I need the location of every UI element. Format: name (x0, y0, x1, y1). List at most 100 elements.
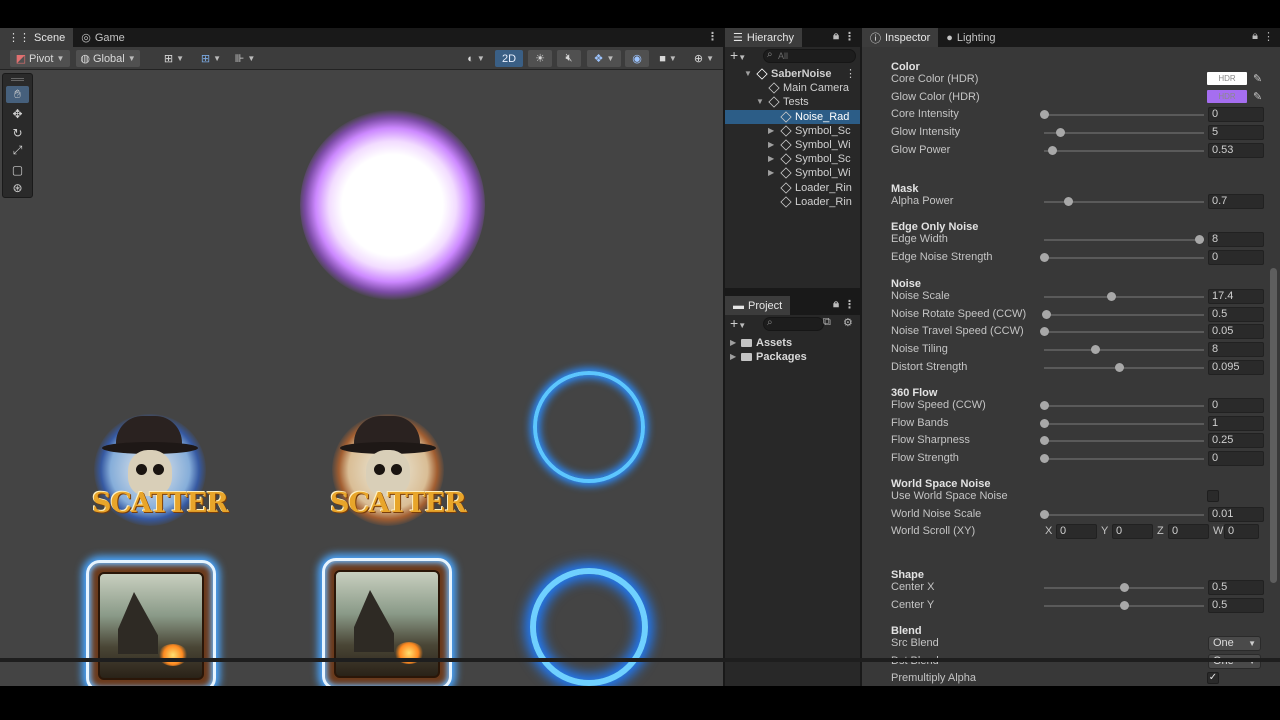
slider-handle[interactable] (1064, 197, 1073, 206)
tab-project[interactable]: ▬ Project (725, 296, 791, 315)
chevron-right-icon[interactable]: ▶ (768, 152, 774, 166)
color-field[interactable]: HDR (1207, 89, 1247, 103)
more-options-icon[interactable]: ⋮ (844, 30, 855, 43)
hierarchy-item[interactable]: Loader_Rin (725, 195, 860, 209)
grid-visibility-button[interactable]: ⊞ ▼ (195, 50, 227, 67)
hierarchy-item[interactable]: ▶ Symbol_Wi (725, 166, 860, 180)
chevron-right-icon[interactable]: ▶ (768, 124, 774, 138)
gizmos-button[interactable]: ⊕ ▼ (688, 50, 720, 67)
chevron-right-icon[interactable]: ▶ (730, 350, 736, 364)
global-dropdown[interactable]: ◍ Global ▼ (76, 50, 140, 67)
lock-icon[interactable]: 🔒︎ (833, 30, 839, 43)
inspector-scrollbar[interactable] (1270, 268, 1277, 583)
vector-component-input[interactable]: 0 (1168, 524, 1209, 540)
hierarchy-item[interactable]: Main Camera (725, 81, 860, 95)
chevron-right-icon[interactable]: ▶ (730, 336, 736, 350)
symbol-scatter-orange-sprite[interactable]: SCATTER (326, 408, 467, 532)
loader-ring-thin-sprite[interactable] (533, 371, 645, 483)
slider-track[interactable] (1044, 235, 1205, 244)
value-input[interactable]: 0 (1208, 398, 1264, 413)
slider-track[interactable] (1040, 509, 1204, 519)
hierarchy-item[interactable]: ▶ Symbol_Sc (725, 124, 860, 138)
value-input[interactable]: 0 (1208, 249, 1264, 265)
move-tool-button[interactable]: ✥ (6, 105, 29, 122)
value-input[interactable]: 0 (1208, 107, 1264, 123)
slider-track[interactable] (1044, 292, 1204, 301)
slider-track[interactable] (1041, 309, 1204, 319)
slider-track[interactable] (1044, 128, 1204, 138)
slider-handle[interactable] (1107, 292, 1117, 301)
slider-track[interactable] (1044, 583, 1204, 592)
value-input[interactable]: 0.01 (1208, 506, 1264, 522)
rect-tool-button[interactable]: ▢ (6, 161, 29, 178)
chevron-down-icon[interactable]: ▼ (744, 67, 752, 81)
more-options-icon[interactable]: ⋮ (844, 298, 855, 311)
hierarchy-item[interactable]: ▶ Symbol_Wi (725, 138, 860, 152)
value-input[interactable]: 0.5 (1208, 306, 1264, 322)
value-input[interactable]: 0.25 (1208, 433, 1264, 449)
symbol-wild-frame-sprite[interactable] (322, 558, 452, 686)
slider-handle[interactable] (1040, 418, 1049, 428)
folder-assets[interactable]: ▶ Assets (725, 336, 860, 350)
slider-track[interactable] (1040, 110, 1204, 120)
slider-handle[interactable] (1056, 128, 1065, 138)
eyedropper-icon[interactable]: ✎ (1253, 72, 1262, 85)
slider-handle[interactable] (1040, 252, 1049, 262)
panel-divider[interactable] (725, 288, 860, 296)
scale-tool-button[interactable]: ⤢ (6, 142, 29, 159)
add-object-button[interactable]: +▼ (730, 48, 746, 65)
search-by-type-icon[interactable]: ⧉ (823, 316, 831, 329)
drag-handle[interactable] (11, 78, 24, 81)
vector-component-input[interactable]: 0 (1056, 524, 1097, 540)
slider-track[interactable] (1040, 454, 1204, 464)
scene-visibility-toggle[interactable]: ◉ (625, 50, 649, 67)
scene-viewport[interactable]: ✋︎ ✥ ↻ ⤢ ▢ ⊛ SCATTER SCATTER (0, 70, 723, 686)
hierarchy-item[interactable]: ▼ SaberNoise ⋮ (725, 67, 860, 81)
shading-mode-button[interactable]: ◐ ▼ (461, 50, 491, 67)
slider-handle[interactable] (1040, 436, 1049, 446)
slider-track[interactable] (1044, 345, 1204, 355)
slider-handle[interactable] (1120, 583, 1129, 592)
slider-handle[interactable] (1040, 401, 1049, 410)
hand-tool-button[interactable]: ✋︎ (6, 86, 29, 103)
color-field[interactable]: HDR (1207, 72, 1247, 85)
slider-handle[interactable] (1040, 509, 1049, 519)
symbol-scatter-blue-sprite[interactable]: SCATTER (88, 408, 229, 532)
blend-dropdown[interactable]: One ▼ (1208, 636, 1261, 651)
value-input[interactable]: 0 (1208, 451, 1264, 467)
slider-handle[interactable] (1040, 327, 1049, 337)
lock-icon[interactable]: 🔒︎ (833, 298, 839, 311)
slider-track[interactable] (1044, 362, 1204, 372)
hierarchy-item[interactable]: ▼ Tests (725, 95, 860, 109)
tab-game[interactable]: ◎ Game (73, 28, 133, 47)
value-input[interactable]: 0.7 (1208, 194, 1264, 209)
more-options-icon[interactable]: ⋮ (1263, 30, 1274, 43)
slider-track[interactable] (1040, 252, 1204, 262)
symbol-wild-frame-sprite[interactable] (86, 560, 216, 686)
slider-track[interactable] (1040, 436, 1204, 446)
slider-track[interactable] (1044, 197, 1204, 206)
slider-track[interactable] (1044, 600, 1204, 610)
chevron-down-icon[interactable]: ▼ (756, 95, 764, 109)
loader-ring-thick-sprite[interactable] (530, 568, 648, 686)
mode-2d-toggle[interactable]: 2D (495, 50, 523, 67)
more-options-icon[interactable]: ⋮ (707, 30, 718, 43)
slider-track[interactable] (1040, 418, 1204, 428)
lighting-toggle[interactable]: ☀ (528, 50, 552, 67)
slider-track[interactable] (1044, 145, 1204, 155)
value-input[interactable]: 1 (1208, 415, 1264, 431)
noise-radial-sprite[interactable] (300, 110, 485, 300)
effects-toggle[interactable]: ❖ ▼ (587, 50, 621, 67)
slider-handle[interactable] (1040, 110, 1049, 120)
tab-hierarchy[interactable]: ☰ Hierarchy (725, 28, 802, 47)
slider-handle[interactable] (1115, 362, 1125, 372)
more-options-icon[interactable]: ⋮ (845, 67, 856, 81)
hierarchy-item[interactable]: Noise_Rad (725, 109, 860, 124)
slider-handle[interactable] (1040, 454, 1049, 464)
grid-snapping-button[interactable]: ⊞ ▼ (158, 50, 190, 67)
chevron-right-icon[interactable]: ▶ (768, 138, 774, 152)
checkbox[interactable]: ✓ (1207, 672, 1219, 685)
camera-settings-button[interactable]: ■ ▼ (653, 50, 683, 67)
pivot-dropdown[interactable]: ◩ Pivot ▼ (10, 50, 70, 67)
value-input[interactable]: 5 (1208, 125, 1264, 141)
